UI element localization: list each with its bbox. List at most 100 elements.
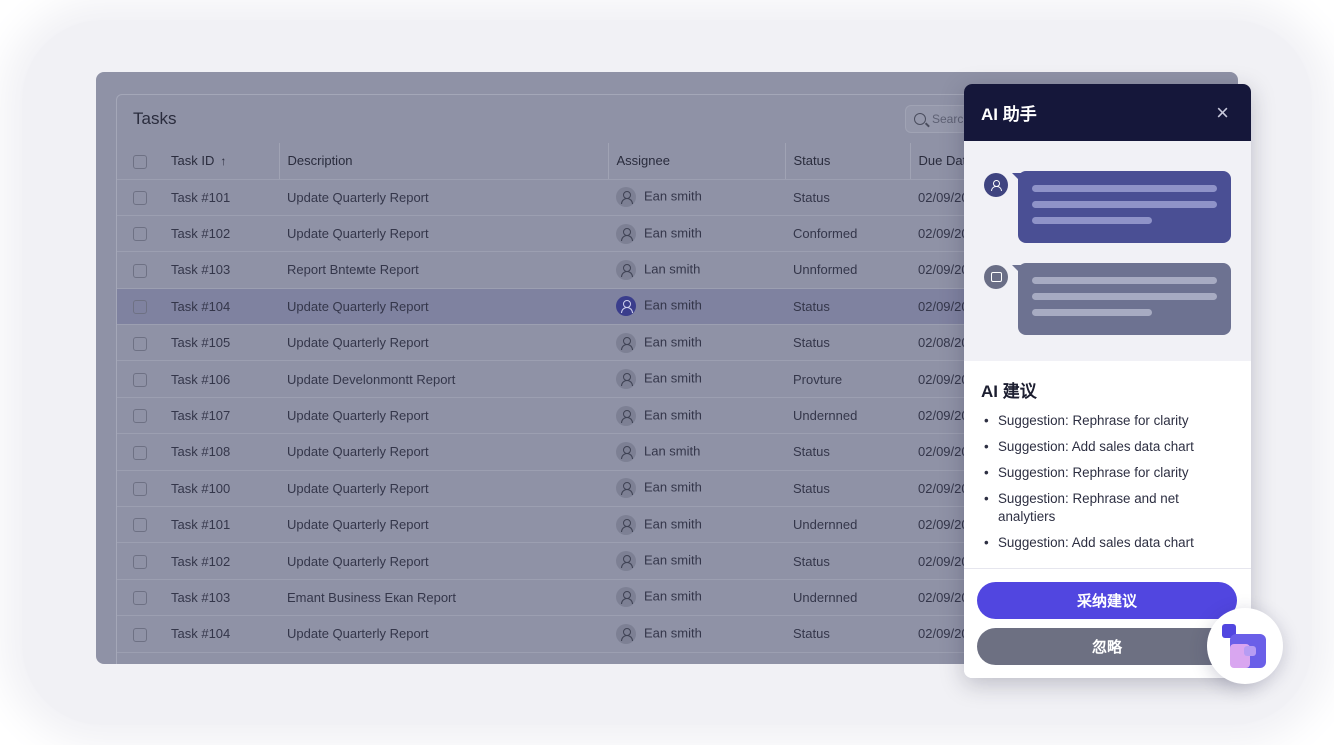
cell-description: Update Quarterly Report xyxy=(279,615,608,653)
close-icon[interactable]: × xyxy=(1216,101,1229,124)
cell-status: Status xyxy=(785,433,910,471)
avatar xyxy=(616,551,636,572)
cell-description: Emant Business Eкan Report xyxy=(279,579,608,617)
chat-bubble-user xyxy=(1018,171,1231,243)
suggestion-item[interactable]: Suggestion: Rephrase and net analytiers xyxy=(981,490,1235,526)
cell-assignee: Ean smith xyxy=(608,215,785,253)
row-checkbox[interactable] xyxy=(133,300,147,315)
user-icon xyxy=(991,179,1002,191)
cell-status: Undernned xyxy=(785,506,910,544)
cell-status: Status xyxy=(785,615,910,653)
suggestion-item[interactable]: Suggestion: Rephrase for clarity xyxy=(981,412,1235,430)
cell-description: Update Quarterly Report xyxy=(279,324,608,362)
cell-status: Status xyxy=(785,470,910,508)
row-checkbox[interactable] xyxy=(133,482,147,497)
cell-task-id: Task #105 xyxy=(171,324,279,362)
cell-status: Status xyxy=(785,542,910,580)
cell-description: Update Quarterly Report xyxy=(279,470,608,508)
cell-description: Update Quarterly Report xyxy=(279,397,608,435)
cell-description: Update Quarterly Report xyxy=(279,179,608,216)
assistant-avatar xyxy=(984,265,1008,289)
cell-status: Status xyxy=(785,288,910,326)
cell-assignee: Ean smith xyxy=(608,579,785,617)
cell-task-id: Task #103 xyxy=(171,579,279,617)
avatar xyxy=(616,223,636,244)
row-checkbox[interactable] xyxy=(133,336,147,351)
row-checkbox[interactable] xyxy=(133,591,147,606)
avatar xyxy=(616,478,636,499)
ai-logo-icon xyxy=(1222,624,1266,668)
avatar xyxy=(616,296,636,317)
cell-task-id: Task #101 xyxy=(171,179,279,216)
assignee-name: Ean smith xyxy=(644,334,702,350)
avatar xyxy=(616,587,636,608)
assignee-name: Ean smith xyxy=(644,479,702,495)
row-checkbox[interactable] xyxy=(133,190,147,205)
user-avatar xyxy=(984,173,1008,197)
cell-assignee: Ean smith xyxy=(608,615,785,653)
avatar xyxy=(616,405,636,426)
cell-task-id: Task #104 xyxy=(171,288,279,326)
assignee-name: Ean smith xyxy=(644,625,702,641)
search-icon xyxy=(914,113,926,125)
row-checkbox[interactable] xyxy=(133,445,147,460)
assignee-name: Ean smith xyxy=(644,188,702,204)
assignee-name: Ean smith xyxy=(644,588,702,604)
cell-assignee: Ean smith xyxy=(608,360,785,398)
cell-status: Provture xyxy=(785,360,910,398)
tasks-title: Tasks xyxy=(133,109,177,128)
cell-status: Undernned xyxy=(785,579,910,617)
sort-asc-icon: ↑ xyxy=(220,154,227,169)
avatar xyxy=(616,514,636,535)
avatar xyxy=(616,369,636,390)
suggestion-item[interactable]: Suggestion: Add sales data chart xyxy=(981,534,1235,552)
cell-description: Update Quarterly Report xyxy=(279,542,608,580)
chat-bubble-assistant xyxy=(1018,263,1231,335)
header-status[interactable]: Status xyxy=(785,143,911,180)
row-checkbox[interactable] xyxy=(133,227,147,242)
assignee-name: Ean smith xyxy=(644,552,702,568)
row-checkbox[interactable] xyxy=(133,372,147,387)
ai-badge-button[interactable] xyxy=(1207,608,1283,684)
avatar xyxy=(616,259,636,280)
cell-status: Undernned xyxy=(785,397,910,435)
avatar xyxy=(616,332,636,353)
accept-suggestion-button[interactable]: 采纳建议 xyxy=(977,582,1237,619)
cell-assignee: Ean smith xyxy=(608,324,785,362)
suggestion-item[interactable]: Suggestion: Rephrase for clarity xyxy=(981,464,1235,482)
header-task-id[interactable]: Task ID ↑ xyxy=(171,143,280,180)
suggestions-section: AI 建议 Suggestion: Rephrase for clarity S… xyxy=(964,361,1251,552)
suggestion-item[interactable]: Suggestion: Add sales data chart xyxy=(981,438,1235,456)
cell-task-id: Task #108 xyxy=(171,433,279,471)
cell-task-id: Task #100 xyxy=(171,470,279,508)
cell-assignee: Ean smith xyxy=(608,470,785,508)
cell-assignee: Lan smith xyxy=(608,251,785,289)
suggestions-list: Suggestion: Rephrase for clarity Suggest… xyxy=(981,412,1235,552)
row-checkbox[interactable] xyxy=(133,518,147,533)
cell-status: Status xyxy=(785,179,910,216)
header-description[interactable]: Description xyxy=(279,143,609,180)
select-all-checkbox[interactable] xyxy=(133,154,147,169)
avatar xyxy=(616,623,636,644)
cell-assignee: Ean smith xyxy=(608,397,785,435)
cell-assignee: Ean smith xyxy=(608,506,785,544)
panel-title: AI 助手 xyxy=(981,105,1037,124)
assignee-name: Ean smith xyxy=(644,406,702,422)
assignee-name: Lan smith xyxy=(644,261,701,277)
cell-task-id: Task #107 xyxy=(171,397,279,435)
row-checkbox[interactable] xyxy=(133,263,147,278)
row-checkbox[interactable] xyxy=(133,409,147,424)
cell-task-id: Task #102 xyxy=(171,215,279,253)
cell-assignee: Ean smith xyxy=(608,179,785,216)
cell-description: Update Quarterly Report xyxy=(279,506,608,544)
row-checkbox[interactable] xyxy=(133,554,147,569)
assignee-name: Lan smith xyxy=(644,443,701,459)
header-assignee[interactable]: Assignee xyxy=(608,143,786,180)
cell-status: Status xyxy=(785,324,910,362)
assignee-name: Ean smith xyxy=(644,370,702,386)
cell-description: Report Bnteмte Report xyxy=(279,251,608,289)
ignore-button[interactable]: 忽略 xyxy=(977,628,1237,665)
cell-description: Update Quarterly Report xyxy=(279,288,608,326)
assignee-name: Ean smith xyxy=(644,225,702,241)
row-checkbox[interactable] xyxy=(133,627,147,642)
